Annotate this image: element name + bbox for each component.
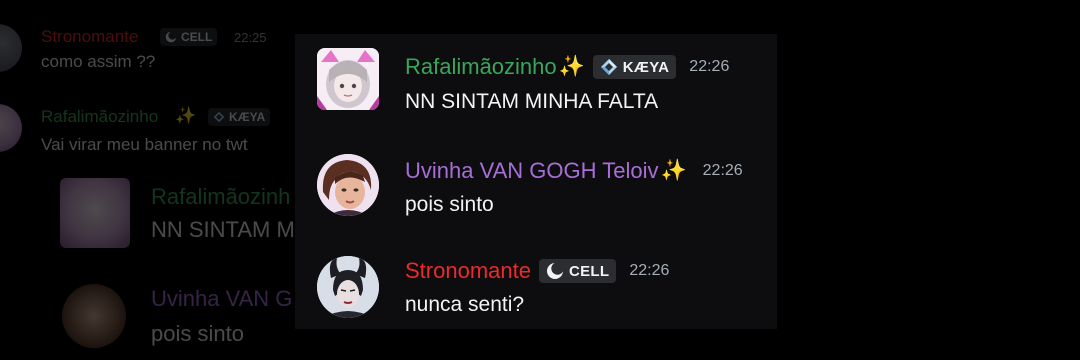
timestamp: 22:26 [629, 262, 670, 279]
sparkle-icon: ✨ [660, 159, 687, 182]
crescent-moon-icon [546, 262, 564, 279]
role-badge[interactable]: KÆYA [592, 55, 677, 79]
avatar-image [317, 256, 379, 318]
message-text: pois sinto [405, 193, 494, 216]
author-name[interactable]: Uvinha VAN G [151, 286, 292, 312]
diamond-icon [213, 111, 225, 123]
message-preview-panel: Rafalimãozinho ✨ KÆYA 22:26 NN SINTAM MI… [295, 34, 777, 329]
avatar[interactable] [317, 256, 379, 318]
badge-label: CELL [181, 30, 213, 44]
timestamp: 22:25 [234, 30, 267, 45]
message-item: Uvinha VAN GOGH Teloiv ✨ 22:26 pois sint… [295, 152, 777, 242]
role-badge: CELL [160, 28, 218, 46]
avatar[interactable] [0, 24, 22, 72]
diamond-icon [600, 59, 617, 75]
message-text: NN SINTAM MINHA FALTA [405, 90, 659, 113]
message-item: Stronomante CELL 22:26 nunca senti? [295, 254, 777, 344]
message-text: como assim ?? [41, 52, 156, 71]
timestamp: 22:26 [702, 162, 743, 179]
badge-label: KÆYA [229, 110, 266, 124]
message-text: nunca senti? [405, 293, 525, 316]
sparkle-icon: ✨ [558, 55, 585, 78]
author-name[interactable]: Rafalimãozinho [405, 54, 557, 80]
avatar[interactable] [62, 284, 126, 348]
author-name[interactable]: Stronomante [41, 27, 138, 47]
author-name[interactable]: Rafalimãozinh [151, 184, 290, 210]
badge-label: KÆYA [622, 58, 670, 76]
message-text: NN SINTAM M [151, 217, 295, 242]
author-name[interactable]: Rafalimãozinho [41, 107, 158, 127]
author-name[interactable]: Stronomante [405, 258, 531, 284]
avatar[interactable] [60, 178, 130, 248]
timestamp: 22:26 [689, 58, 730, 75]
author-name[interactable]: Uvinha VAN GOGH Teloiv [405, 158, 659, 184]
role-badge: KÆYA [208, 108, 271, 126]
message-item: Rafalimãozinho ✨ KÆYA 22:26 NN SINTAM MI… [295, 46, 777, 136]
sparkle-icon: ✨ [175, 106, 197, 125]
avatar-image [317, 48, 379, 110]
crescent-moon-icon [165, 31, 177, 43]
badge-label: CELL [568, 262, 610, 280]
avatar[interactable] [317, 48, 379, 110]
avatar[interactable] [0, 104, 22, 152]
role-badge[interactable]: CELL [538, 259, 617, 283]
avatar[interactable] [317, 154, 379, 216]
message-text: pois sinto [151, 321, 244, 346]
message-text: Vai virar meu banner no twt [41, 135, 248, 154]
avatar-image [317, 154, 379, 216]
